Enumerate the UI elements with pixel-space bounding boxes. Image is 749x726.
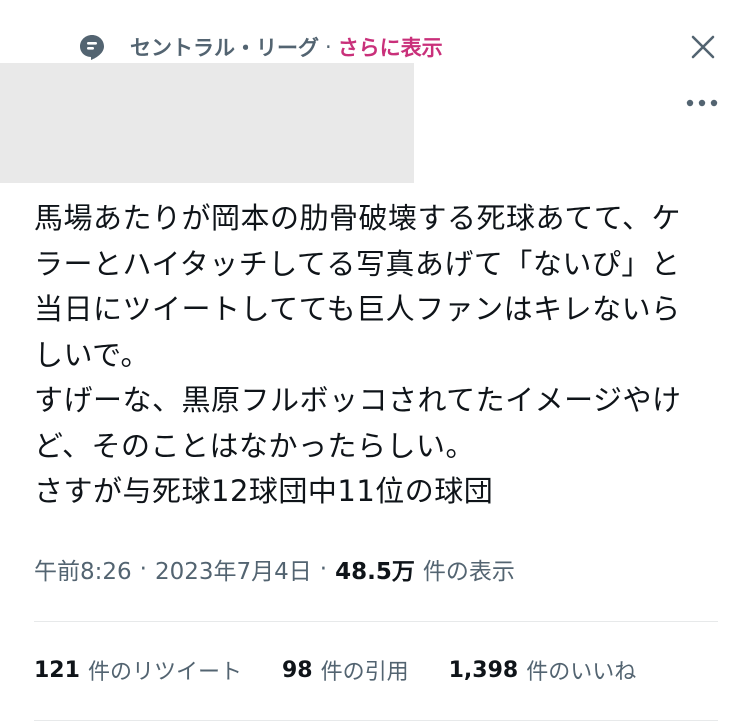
divider — [34, 621, 718, 622]
more-options-icon — [686, 99, 718, 107]
tweet-time[interactable]: 午前8:26 — [34, 552, 132, 586]
redacted-author-block — [0, 63, 414, 183]
views-count: 48.5万 — [335, 559, 415, 585]
topic-chat-icon — [78, 33, 106, 61]
likes-count: 1,398 — [448, 657, 519, 683]
retweets-stat[interactable]: 121 件のリツイート — [34, 654, 242, 686]
topic-name[interactable]: セントラル・リーグ — [130, 32, 319, 62]
show-more-link[interactable]: さらに表示 — [338, 32, 443, 62]
meta-separator: · — [319, 556, 328, 582]
likes-stat[interactable]: 1,398 件のいいね — [449, 654, 637, 686]
likes-label: 件のいいね — [526, 660, 637, 685]
quotes-count: 98 — [281, 657, 313, 683]
retweets-label: 件のリツイート — [87, 660, 242, 685]
tweet-meta: 午前8:26 · 2023年7月4日 · 48.5万 件の表示 — [34, 551, 515, 587]
more-options-button[interactable] — [682, 90, 722, 116]
close-icon — [691, 35, 715, 59]
topic-bar: セントラル・リーグ · さらに表示 — [78, 30, 443, 64]
views-label: 件の表示 — [422, 559, 515, 585]
tweet-text: 馬場あたりが岡本の肋骨破壊する死球あてて、ケ ラーとハイタッチしてる写真あげて「… — [34, 201, 682, 508]
quotes-stat[interactable]: 98 件の引用 — [282, 654, 409, 686]
tweet-date[interactable]: 2023年7月4日 — [155, 552, 312, 586]
retweets-count: 121 — [34, 657, 80, 683]
divider — [34, 720, 718, 721]
close-button[interactable] — [686, 30, 720, 64]
meta-separator: · — [139, 556, 147, 582]
quotes-label: 件の引用 — [320, 660, 409, 685]
engagement-stats: 121 件のリツイート 98 件の引用 1,398 件のいいね — [34, 651, 676, 689]
topic-separator: · — [325, 35, 332, 59]
